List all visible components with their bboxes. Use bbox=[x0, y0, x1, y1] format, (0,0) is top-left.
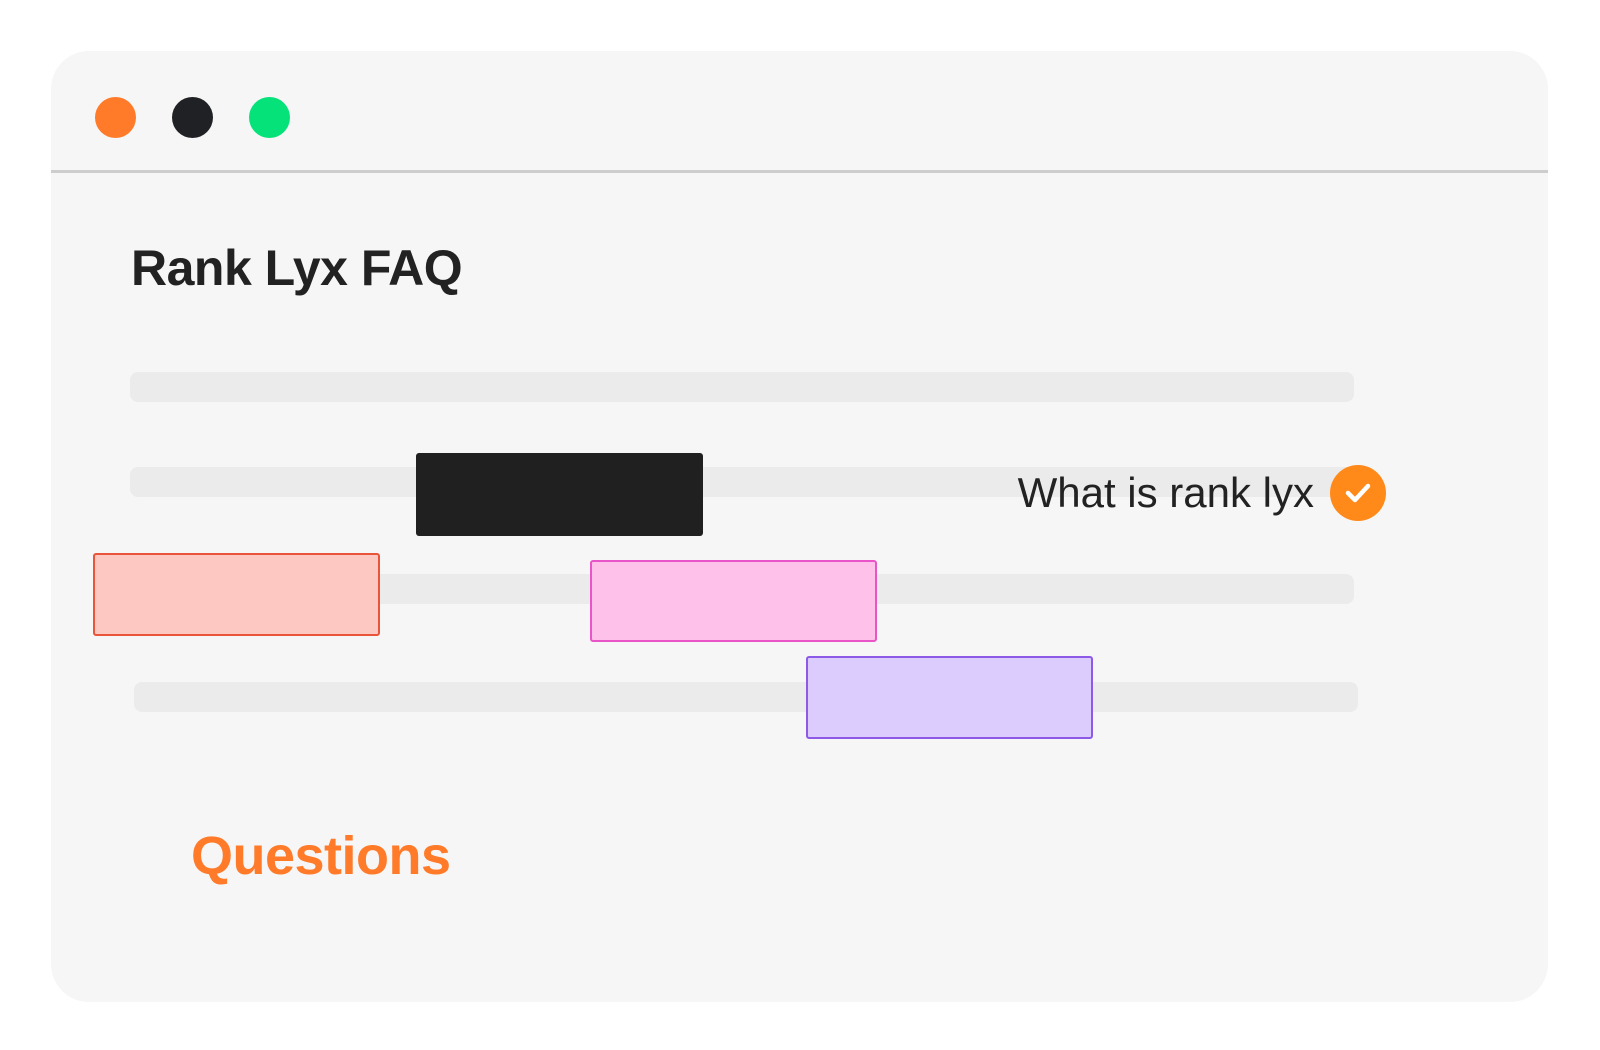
questions-section-label: Questions bbox=[191, 826, 451, 886]
dark-highlight-block bbox=[416, 453, 703, 536]
minimize-window-dot[interactable] bbox=[172, 97, 213, 138]
salmon-highlight-block bbox=[93, 553, 380, 636]
close-window-dot[interactable] bbox=[95, 97, 136, 138]
check-circle-icon bbox=[1330, 465, 1386, 521]
browser-window: Rank Lyx FAQ What is rank lyx Questions bbox=[51, 51, 1548, 1002]
faq-question-text: What is rank lyx bbox=[1017, 469, 1314, 516]
skeleton-bar-4 bbox=[134, 682, 1358, 712]
lavender-highlight-block bbox=[806, 656, 1093, 739]
page-title: Rank Lyx FAQ bbox=[131, 240, 463, 296]
skeleton-bar-1 bbox=[130, 372, 1354, 402]
faq-question-item[interactable]: What is rank lyx bbox=[1018, 465, 1386, 521]
window-titlebar bbox=[51, 51, 1548, 173]
maximize-window-dot[interactable] bbox=[249, 97, 290, 138]
pink-highlight-block bbox=[590, 560, 877, 642]
